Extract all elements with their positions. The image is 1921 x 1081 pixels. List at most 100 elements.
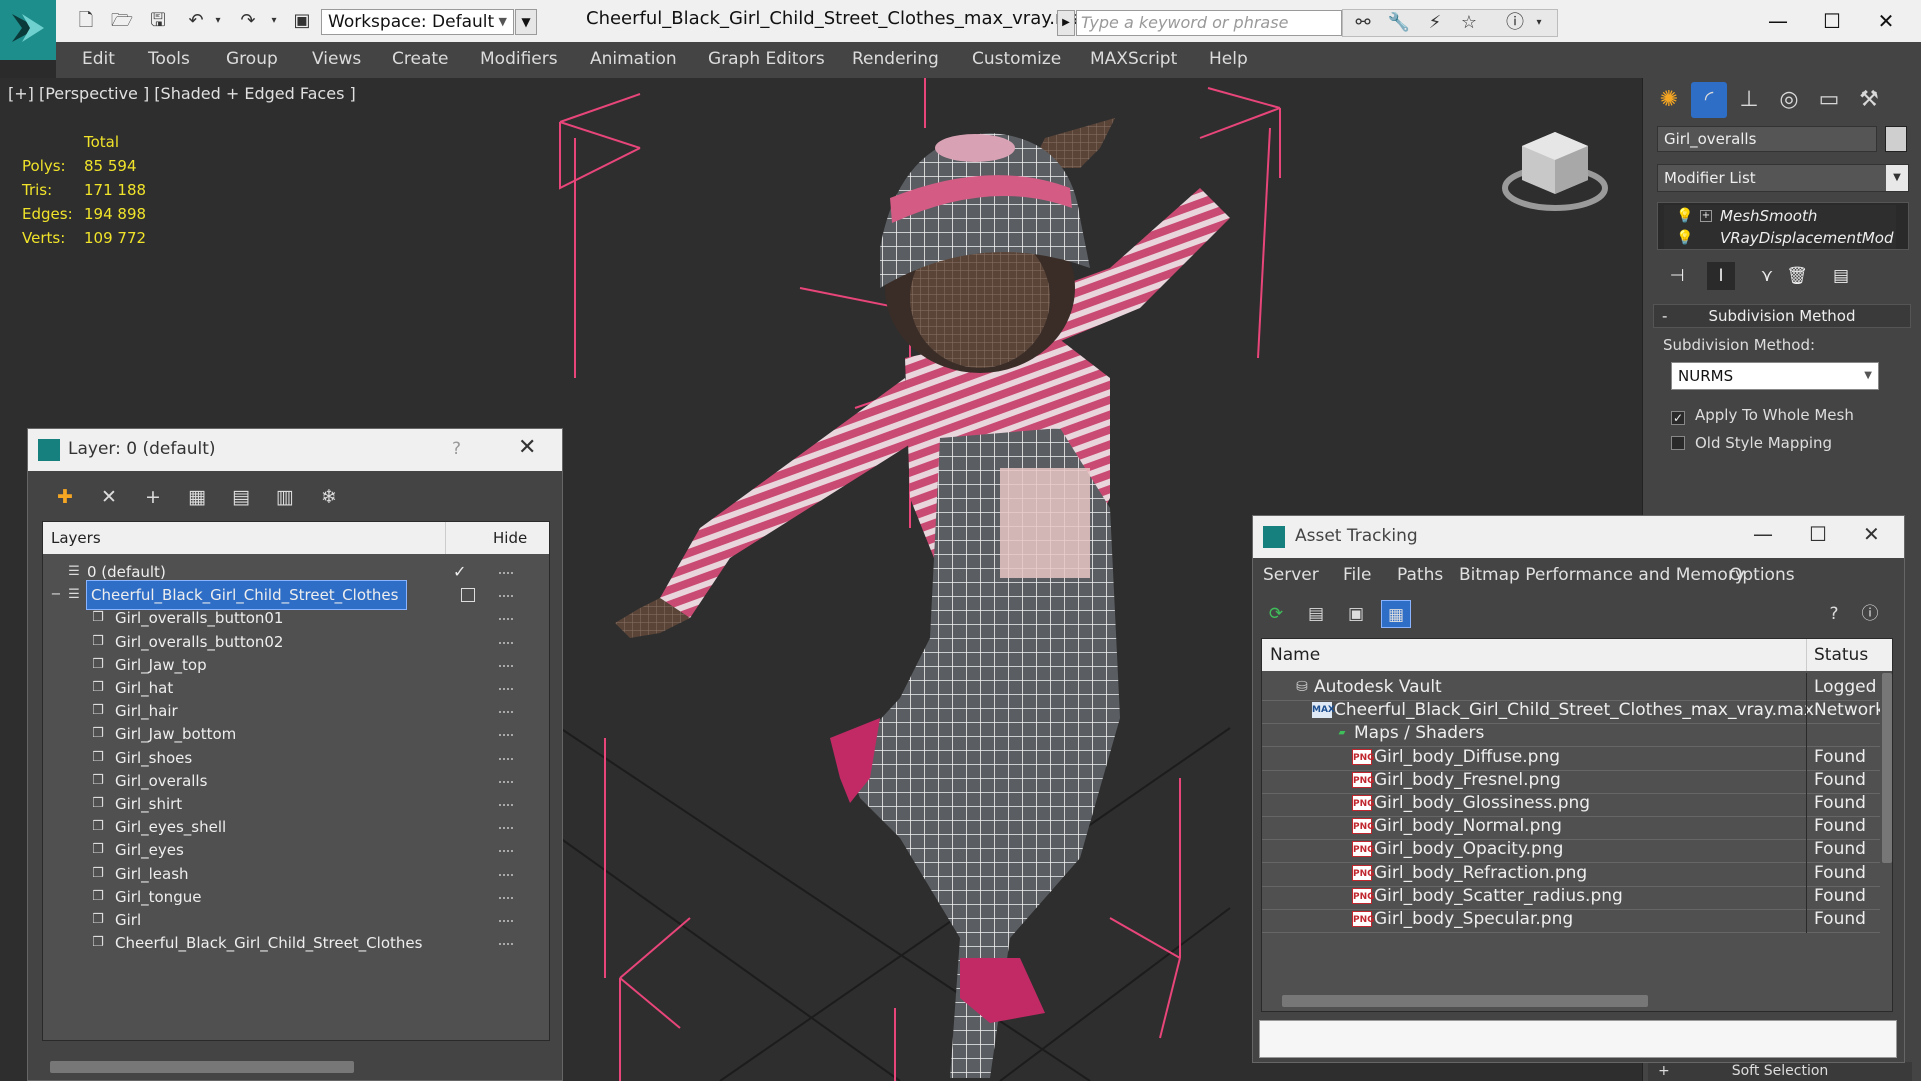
rollout-header[interactable]: - Subdivision Method bbox=[1653, 304, 1911, 328]
hide-toggle[interactable] bbox=[499, 688, 515, 690]
apply-whole-mesh-checkbox[interactable]: ✓ Apply To Whole Mesh bbox=[1671, 406, 1854, 425]
configure-modifier-sets-icon[interactable]: ▤ bbox=[1827, 262, 1855, 290]
modifier-list-dropdown[interactable]: Modifier List ▼ bbox=[1657, 164, 1909, 192]
add-selection-icon[interactable]: + bbox=[138, 483, 168, 511]
stack-item-meshsmooth[interactable]: 💡 + MeshSmooth bbox=[1664, 205, 1896, 227]
menu-graph-editors[interactable]: Graph Editors bbox=[708, 49, 825, 69]
menu-help[interactable]: Help bbox=[1209, 49, 1248, 69]
app-logo-icon[interactable] bbox=[0, 0, 56, 60]
lightbulb-icon[interactable]: 💡 bbox=[1676, 208, 1693, 224]
search-input[interactable]: Type a keyword or phrase bbox=[1076, 10, 1342, 36]
layer-row[interactable]: ❒ Cheerful_Black_Girl_Child_Street_Clothe… bbox=[43, 929, 549, 957]
stack-item-vraydisplacementmod[interactable]: 💡 VRayDisplacementMod bbox=[1664, 227, 1896, 249]
help-button[interactable]: ? bbox=[452, 439, 461, 459]
open-file-icon[interactable]: 🗁 bbox=[110, 10, 134, 32]
menu-maxscript[interactable]: MAXScript bbox=[1090, 49, 1177, 69]
menu-edit[interactable]: Edit bbox=[82, 49, 115, 69]
hide-toggle[interactable] bbox=[499, 780, 515, 783]
column-header-layers[interactable]: Layers bbox=[51, 529, 101, 547]
hide-all-layers-icon[interactable]: ▥ bbox=[270, 483, 300, 511]
asset-path-field[interactable] bbox=[1259, 1020, 1897, 1058]
asset-menu-server[interactable]: Server bbox=[1263, 565, 1319, 585]
subdivision-method-select[interactable]: NURMS ▼ bbox=[1671, 362, 1879, 390]
hide-toggle[interactable] bbox=[499, 896, 515, 899]
vertical-scrollbar[interactable] bbox=[1882, 673, 1892, 863]
asset-menu-bitmap-performance[interactable]: Bitmap Performance and Memory bbox=[1459, 565, 1745, 585]
help-icon[interactable]: ⓘ bbox=[1855, 600, 1885, 628]
layer-dialog-titlebar[interactable]: Layer: 0 (default) ? ✕ bbox=[28, 429, 562, 471]
help-dropdown-icon[interactable]: ▾ bbox=[1527, 12, 1551, 34]
hide-toggle[interactable] bbox=[499, 618, 515, 621]
checkbox-checked-icon[interactable]: ✓ bbox=[1671, 411, 1685, 425]
save-icon[interactable]: 🖫 bbox=[146, 10, 170, 32]
favorites-star-icon[interactable]: ☆ bbox=[1457, 12, 1481, 34]
column-header-hide[interactable]: Hide bbox=[493, 529, 527, 547]
soft-selection-rollout-header[interactable]: + Soft Selection bbox=[1648, 1062, 1912, 1081]
utilities-tab-hammer-icon[interactable]: ⚒ bbox=[1851, 82, 1887, 118]
menu-views[interactable]: Views bbox=[312, 49, 361, 69]
hide-toggle[interactable] bbox=[499, 804, 515, 806]
highlight-selected-icon[interactable]: ▤ bbox=[226, 483, 256, 511]
list-view-icon[interactable]: ▤ bbox=[1301, 600, 1331, 628]
workspace-menu-button[interactable]: ▼ bbox=[515, 9, 537, 35]
hide-toggle[interactable] bbox=[499, 943, 515, 946]
horizontal-scrollbar[interactable] bbox=[50, 1061, 354, 1073]
menu-customize[interactable]: Customize bbox=[972, 49, 1061, 69]
checkbox-unchecked-icon[interactable] bbox=[1671, 436, 1685, 450]
hide-toggle[interactable] bbox=[499, 850, 515, 853]
wrench-icon[interactable]: 🔧 bbox=[1387, 12, 1411, 34]
menu-rendering[interactable]: Rendering bbox=[852, 49, 939, 69]
hierarchy-tab-icon[interactable]: ⊥ bbox=[1731, 82, 1767, 118]
display-tab-icon[interactable]: ▭ bbox=[1811, 82, 1847, 118]
create-layer-icon[interactable]: ✚ bbox=[50, 483, 80, 511]
minimize-button[interactable]: — bbox=[1753, 522, 1773, 546]
object-color-swatch[interactable] bbox=[1885, 126, 1907, 152]
hide-toggle[interactable] bbox=[499, 734, 515, 737]
asset-menu-paths[interactable]: Paths bbox=[1397, 565, 1443, 585]
menu-modifiers[interactable]: Modifiers bbox=[480, 49, 558, 69]
expand-plus-icon[interactable]: + bbox=[1700, 210, 1712, 222]
redo-dropdown-icon[interactable]: ▾ bbox=[262, 10, 286, 32]
select-objects-icon[interactable]: ▦ bbox=[182, 483, 212, 511]
table-view-icon[interactable]: ▦ bbox=[1381, 600, 1411, 628]
workspace-select[interactable]: Workspace: Default ▼ bbox=[321, 9, 514, 35]
search-expand-icon[interactable]: ▶ bbox=[1057, 10, 1075, 36]
redo-icon[interactable]: ↷ bbox=[236, 10, 260, 32]
communication-icon[interactable]: ⚡ bbox=[1423, 12, 1447, 34]
pin-stack-icon[interactable]: ⊣ bbox=[1663, 262, 1691, 290]
viewcube-icon[interactable] bbox=[1500, 126, 1610, 216]
viewport-label[interactable]: [+] [Perspective ] [Shaded + Edged Faces… bbox=[8, 84, 356, 103]
hide-toggle[interactable] bbox=[499, 827, 515, 830]
asset-menu-file[interactable]: File bbox=[1343, 565, 1371, 585]
create-tab-sun-icon[interactable]: ✺ bbox=[1651, 82, 1687, 118]
hide-toggle[interactable] bbox=[499, 641, 515, 644]
remove-modifier-icon[interactable]: 🗑 bbox=[1783, 262, 1811, 290]
hide-toggle[interactable] bbox=[499, 711, 515, 714]
collapse-minus-icon[interactable]: − bbox=[49, 588, 63, 602]
maximize-button[interactable]: ☐ bbox=[1812, 6, 1852, 36]
project-folder-icon[interactable]: ▣ bbox=[290, 10, 314, 32]
horizontal-scrollbar[interactable] bbox=[1282, 995, 1648, 1007]
new-file-icon[interactable]: 🗋 bbox=[74, 10, 98, 32]
column-header-status[interactable]: Status bbox=[1814, 645, 1868, 665]
hide-toggle[interactable] bbox=[499, 757, 515, 760]
menu-group[interactable]: Group bbox=[226, 49, 278, 69]
asset-dialog-titlebar[interactable]: Asset Tracking — ☐ ✕ bbox=[1253, 516, 1904, 558]
hide-toggle[interactable] bbox=[499, 572, 515, 574]
binoculars-icon[interactable]: ⚯ bbox=[1351, 12, 1375, 34]
make-unique-icon[interactable]: ⋎ bbox=[1753, 262, 1781, 290]
hide-toggle[interactable] bbox=[499, 595, 515, 598]
set-current-layer-box[interactable] bbox=[461, 588, 475, 603]
minimize-button[interactable]: — bbox=[1758, 6, 1798, 36]
refresh-icon[interactable]: ⟳ bbox=[1261, 600, 1291, 628]
undo-dropdown-icon[interactable]: ▾ bbox=[206, 10, 230, 32]
asset-menu-options[interactable]: Options bbox=[1729, 565, 1795, 585]
column-header-name[interactable]: Name bbox=[1270, 645, 1320, 665]
hide-toggle[interactable] bbox=[499, 664, 515, 667]
motion-tab-icon[interactable]: ◎ bbox=[1771, 82, 1807, 118]
object-name-field[interactable]: Girl_overalls bbox=[1657, 126, 1877, 152]
delete-layer-icon[interactable]: ✕ bbox=[94, 483, 124, 511]
asset-row[interactable]: PNG Girl_body_Specular.png Found bbox=[1262, 905, 1880, 933]
show-end-result-icon[interactable]: I bbox=[1707, 262, 1735, 290]
undo-icon[interactable]: ↶ bbox=[184, 10, 208, 32]
